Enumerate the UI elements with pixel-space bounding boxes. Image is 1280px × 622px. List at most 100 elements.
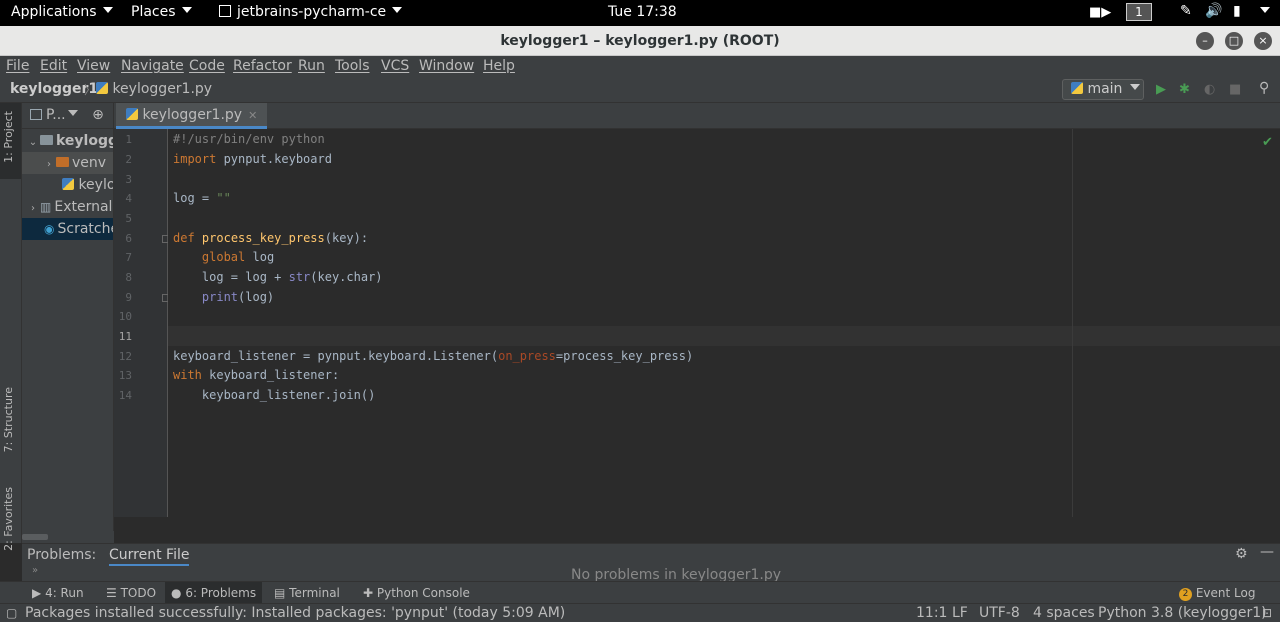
pen-icon[interactable]: ✎ [1180, 3, 1192, 19]
editor-gutter[interactable]: 1 2 3 4 5 6 7 8 9 10 11 12 13 14 [114, 129, 170, 517]
menu-view[interactable]: View [77, 58, 110, 74]
app-menu[interactable]: jetbrains-pycharm-ce [219, 4, 403, 20]
code-line-1: #!/usr/bin/env python [173, 132, 325, 146]
tree-item-label: Scratche [57, 221, 114, 237]
scrollbar-thumb[interactable] [22, 534, 48, 540]
indent-setting[interactable]: 4 spaces [1033, 605, 1095, 621]
system-menu[interactable] [1254, 4, 1270, 20]
file-encoding[interactable]: UTF-8 [979, 605, 1020, 621]
close-icon: × [1258, 34, 1268, 47]
gear-icon[interactable]: ⚙ [1235, 546, 1248, 562]
maximize-button[interactable]: □ [1225, 32, 1243, 50]
menu-refactor[interactable]: Refactor [233, 58, 292, 74]
inspection-ok-icon[interactable]: ✔ [1262, 135, 1273, 150]
stop-icon[interactable]: ■ [1229, 82, 1241, 97]
code-line-4: log = "" [173, 191, 231, 205]
tool-window-python-console[interactable]: ✚ Python Console [357, 582, 476, 604]
tool-window-label: Event Log [1195, 586, 1256, 600]
expand-icon[interactable]: » [32, 567, 38, 576]
caret-position[interactable]: 11:1 [916, 605, 947, 621]
maximize-icon: □ [1228, 34, 1240, 47]
coverage-icon[interactable]: ◐ [1204, 82, 1215, 97]
tree-item-venv[interactable]: › venv [22, 152, 113, 174]
lock-icon[interactable]: ⊡ [1262, 606, 1272, 620]
problems-tab-current-file[interactable]: Current File [109, 547, 190, 566]
project-horizontal-scrollbar[interactable] [22, 531, 114, 543]
tree-item-project-root[interactable]: ⌄ keylogg [22, 130, 113, 152]
pycharm-app-icon [219, 5, 231, 17]
code-editor[interactable]: #!/usr/bin/env python import pynput.keyb… [168, 129, 1280, 517]
run-config-select[interactable]: main [1062, 79, 1144, 100]
run-icon[interactable]: ▶ [1156, 82, 1166, 97]
tree-item-external-libraries[interactable]: › ▥ External [22, 196, 113, 218]
volume-icon[interactable]: 🔊 [1205, 3, 1222, 19]
breadcrumb-file[interactable]: keylogger1.py [96, 81, 212, 97]
menu-code[interactable]: Code [189, 58, 225, 74]
right-margin-guide [1072, 129, 1073, 517]
tool-tab-favorites[interactable]: 2: Favorites [2, 487, 15, 551]
python-interpreter[interactable]: Python 3.8 (keylogger1) [1098, 605, 1267, 621]
window-title-bar[interactable]: keylogger1 – keylogger1.py (ROOT) – □ × [0, 26, 1280, 56]
line-separator[interactable]: LF [952, 605, 968, 621]
places-menu[interactable]: Places [131, 4, 192, 20]
video-camera-icon[interactable]: ■▶ [1089, 5, 1111, 20]
search-icon[interactable]: ⚲ [1259, 80, 1269, 96]
places-label: Places [131, 4, 176, 20]
tool-window-event-log[interactable]: 2 Event Log [1173, 582, 1261, 604]
menu-run[interactable]: Run [298, 58, 325, 74]
app-name-label: jetbrains-pycharm-ce [237, 4, 387, 20]
tool-tab-structure[interactable]: 7: Structure [2, 387, 15, 452]
close-tab-icon[interactable]: ✕ [248, 109, 257, 122]
menu-help[interactable]: Help [483, 58, 515, 74]
status-message[interactable]: Packages installed successfully: Install… [25, 605, 565, 621]
workspace-indicator[interactable]: 1 [1126, 3, 1152, 21]
python-file-icon [96, 82, 108, 94]
chevron-down-icon [67, 110, 78, 116]
tree-item-scratches[interactable]: ◉ Scratche [22, 218, 114, 240]
debug-icon[interactable]: ✱ [1179, 82, 1190, 97]
problems-title: Problems: [27, 547, 97, 563]
menu-vcs[interactable]: VCS [381, 58, 409, 74]
tool-tab-project[interactable]: 1: Project [2, 111, 15, 163]
clock[interactable]: Tue 17:38 [608, 4, 677, 20]
tree-item-keylogger-file[interactable]: keylog [22, 174, 113, 196]
menu-window[interactable]: Window [419, 58, 474, 74]
line-number-current: 11 [118, 330, 132, 343]
editor-tab-bar: keylogger1.py ✕ [114, 103, 1280, 129]
line-number: 7 [125, 251, 132, 264]
tree-item-label: External [54, 199, 113, 215]
minimize-button[interactable]: – [1196, 32, 1214, 50]
line-number: 14 [118, 389, 132, 402]
todo-icon: ☰ [106, 586, 117, 600]
editor-tab-keylogger1[interactable]: keylogger1.py ✕ [116, 103, 268, 129]
applications-menu[interactable]: Applications [11, 4, 113, 20]
menu-edit[interactable]: Edit [40, 58, 67, 74]
run-config-label: main [1087, 81, 1123, 97]
battery-icon[interactable]: ▮ [1233, 3, 1241, 19]
chevron-down-icon [392, 7, 403, 13]
close-button[interactable]: × [1254, 32, 1272, 50]
minimize-icon: – [1202, 34, 1208, 47]
line-number: 3 [125, 173, 132, 186]
locate-icon[interactable]: ⊕ [92, 107, 104, 123]
tool-window-problems[interactable]: ● 6: Problems [165, 582, 263, 604]
python-icon [1071, 82, 1083, 94]
status-bar: ▢ Packages installed successfully: Insta… [0, 603, 1280, 622]
tree-item-label: venv [72, 155, 107, 171]
menu-bar: File Edit View Navigate Code Refactor Ru… [0, 56, 1280, 78]
tool-window-terminal[interactable]: ▤ Terminal [268, 582, 346, 604]
scratches-icon: ◉ [44, 222, 55, 236]
tool-window-run[interactable]: ▶ 4: Run [26, 582, 90, 604]
menu-tools[interactable]: Tools [335, 58, 370, 74]
layout-toggle-icon[interactable]: ▢ [6, 606, 17, 620]
project-view-selector[interactable]: P... [46, 107, 66, 123]
panel-icon [30, 109, 42, 120]
run-icon: ▶ [32, 586, 42, 600]
menu-file[interactable]: File [6, 58, 29, 74]
menu-navigate[interactable]: Navigate [121, 58, 184, 74]
tool-window-todo[interactable]: ☰ TODO [100, 582, 162, 604]
hide-panel-icon[interactable]: — [1260, 544, 1274, 560]
tool-window-label: Python Console [376, 586, 470, 600]
chevron-down-icon [1260, 7, 1270, 13]
line-number: 1 [125, 133, 132, 146]
